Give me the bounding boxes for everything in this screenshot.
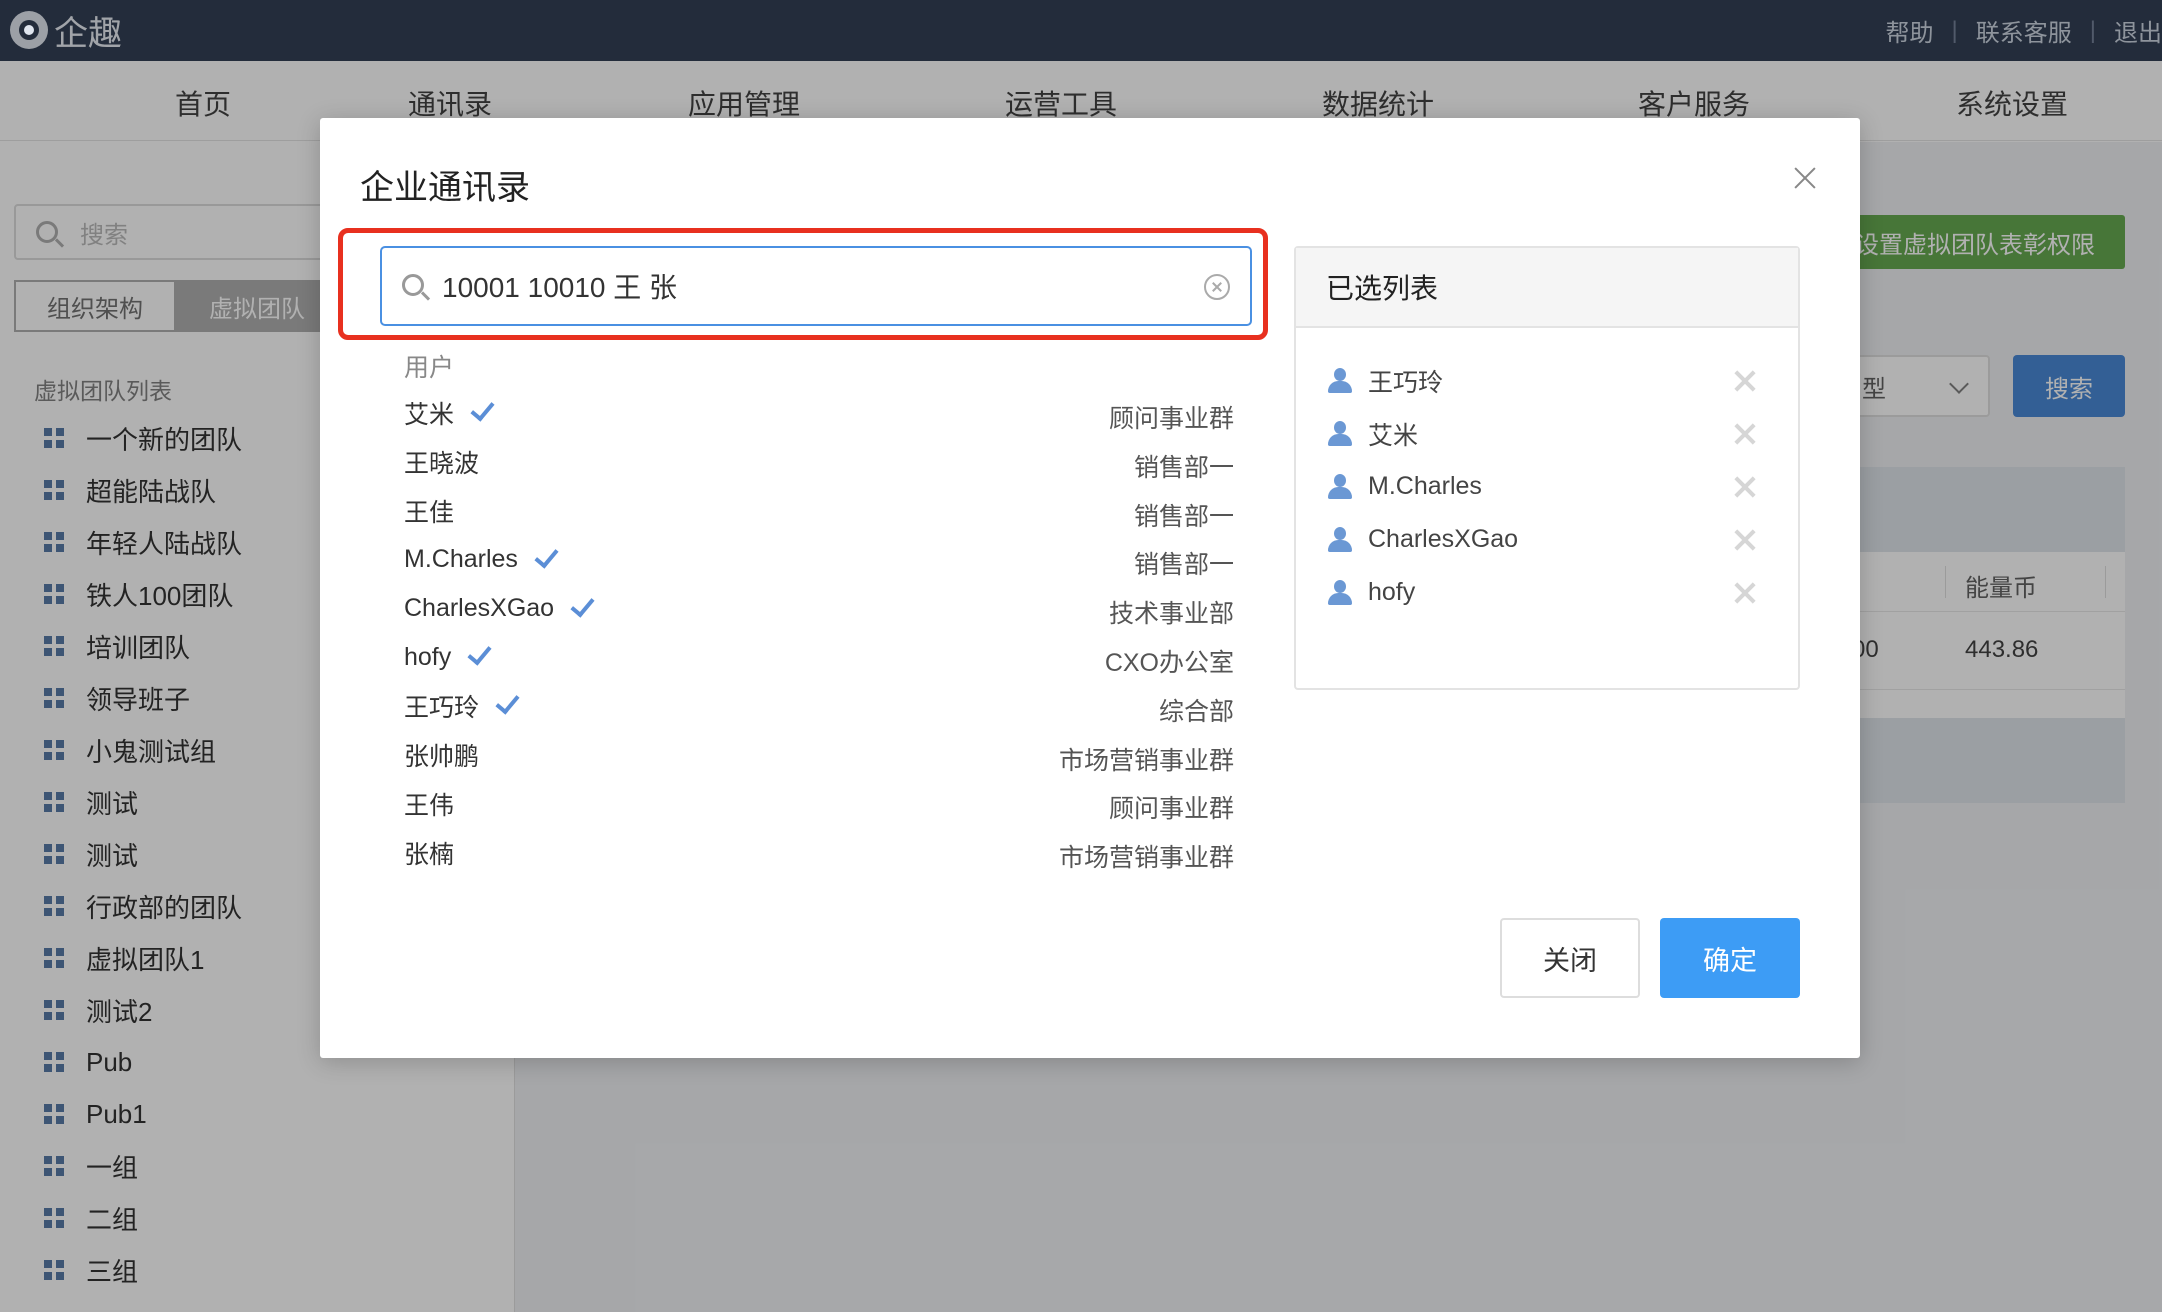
remove-icon[interactable]	[1732, 368, 1758, 394]
close-icon[interactable]	[1790, 163, 1820, 193]
user-row[interactable]: 王佳 销售部一	[404, 487, 1234, 536]
user-department: 顾问事业群	[1108, 795, 1234, 824]
selected-user-item: hofy	[1296, 566, 1798, 619]
user-row[interactable]: 王晓波 销售部一	[404, 438, 1234, 487]
selected-user-item: CharlesXGao	[1296, 513, 1798, 566]
user-department: 销售部一	[1133, 551, 1234, 580]
user-department: 销售部一	[1133, 453, 1234, 482]
remove-icon[interactable]	[1732, 474, 1758, 500]
checkmark-icon	[470, 396, 495, 422]
checkmark-icon	[570, 591, 595, 618]
selected-user-name: M.Charles	[1368, 472, 1482, 500]
user-name: M.Charles	[404, 545, 518, 574]
checkmark-icon	[534, 543, 559, 569]
selected-user-name: 艾米	[1368, 421, 1419, 450]
users-section-label: 用户	[404, 354, 455, 382]
user-row[interactable]: hofy CXO办公室	[404, 633, 1234, 682]
selected-list-title: 已选列表	[1296, 248, 1798, 328]
clear-input-icon[interactable]	[1204, 274, 1230, 300]
contacts-dialog: 企业通讯录 用户 艾米顾问事业群王晓波销售部一王佳销售部一M.Charles销售…	[320, 118, 1860, 1058]
checkmark-icon	[495, 689, 520, 715]
user-name: 张帅鹏	[404, 742, 480, 771]
user-row[interactable]: 张楠 市场营销事业群	[404, 828, 1234, 877]
selected-list: 王巧玲艾米 M.Charles CharlesXGao hofy	[1296, 328, 1798, 619]
user-icon	[1328, 579, 1352, 606]
user-name: 王伟	[404, 791, 455, 820]
user-department: CXO办公室	[1104, 648, 1234, 677]
user-row[interactable]: 王伟 顾问事业群	[404, 779, 1234, 828]
user-icon	[1328, 473, 1352, 500]
selected-user-item: 王巧玲	[1296, 354, 1798, 407]
close-button[interactable]: 关闭	[1500, 918, 1640, 998]
user-department: 综合部	[1158, 697, 1234, 726]
user-icon	[1328, 526, 1352, 553]
remove-icon[interactable]	[1732, 527, 1758, 553]
user-row[interactable]: 艾米 顾问事业群	[404, 389, 1234, 438]
user-department: 市场营销事业群	[1058, 844, 1234, 873]
user-department: 技术事业部	[1108, 600, 1234, 629]
user-department: 销售部一	[1133, 502, 1234, 531]
selected-user-item: 艾米	[1296, 407, 1798, 460]
user-icon	[1328, 420, 1352, 447]
user-icon	[1328, 367, 1352, 394]
search-icon	[402, 274, 424, 296]
user-name: 王巧玲	[404, 694, 480, 723]
user-result-list: 艾米 顾问事业群 王晓波 销售部一 王佳 销售部一 M.Charles 销售部一 Charles…	[404, 389, 1234, 877]
selected-user-name: CharlesXGao	[1368, 525, 1519, 553]
checkmark-icon	[467, 640, 492, 666]
user-department: 顾问事业群	[1108, 405, 1234, 433]
user-name: 张楠	[404, 840, 455, 869]
user-row[interactable]: CharlesXGao 技术事业部	[404, 584, 1234, 633]
user-name: 王佳	[404, 498, 455, 527]
user-name: hofy	[404, 642, 452, 671]
user-search-input[interactable]	[442, 270, 1162, 302]
user-department: 市场营销事业群	[1058, 746, 1234, 775]
user-name: 艾米	[404, 401, 455, 430]
confirm-button[interactable]: 确定	[1660, 918, 1800, 998]
remove-icon[interactable]	[1732, 421, 1758, 447]
selected-user-name: 王巧玲	[1368, 368, 1444, 397]
user-row[interactable]: 张帅鹏 市场营销事业群	[404, 731, 1234, 780]
selected-user-name: hofy	[1368, 578, 1416, 606]
user-name: 王晓波	[404, 450, 480, 479]
user-name: CharlesXGao	[404, 594, 555, 623]
dialog-title: 企业通讯录	[360, 169, 530, 207]
selected-user-item: M.Charles	[1296, 460, 1798, 513]
selected-panel: 已选列表 王巧玲艾米 M.Charles CharlesXGao hofy	[1294, 246, 1800, 690]
user-search-box	[380, 246, 1252, 326]
user-row[interactable]: 王巧玲 综合部	[404, 682, 1234, 731]
remove-icon[interactable]	[1732, 580, 1758, 606]
user-row[interactable]: M.Charles 销售部一	[404, 535, 1234, 584]
